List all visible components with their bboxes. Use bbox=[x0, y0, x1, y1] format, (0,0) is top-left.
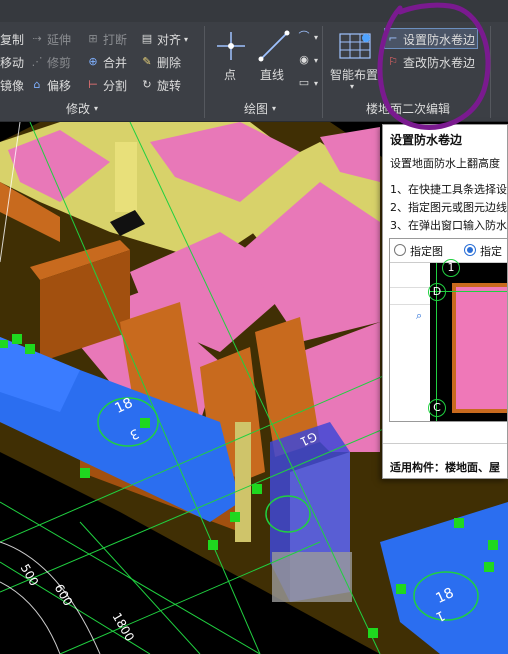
preview-drawing: D C 1 bbox=[428, 259, 507, 421]
align-button[interactable]: ▤ 对齐 ▾ bbox=[140, 30, 188, 48]
rotate-button[interactable]: ↻ 旋转 bbox=[140, 76, 181, 94]
extend-icon: ⇢ bbox=[32, 32, 42, 45]
circle-icon: ◉ bbox=[299, 53, 309, 66]
break-button[interactable]: ⊞ 打断 bbox=[86, 30, 127, 48]
eraser-icon: ✎ bbox=[142, 55, 152, 68]
radio-unselected-icon bbox=[394, 244, 406, 256]
split-icon: ⊢ bbox=[88, 78, 98, 91]
merge-icon: ⊕ bbox=[88, 55, 98, 68]
tooltip-step: 3、在弹出窗口输入防水 bbox=[390, 219, 507, 232]
preview-option-label: 指定图 bbox=[410, 245, 443, 258]
arc-icon: ⌒ bbox=[298, 30, 310, 43]
circle-button[interactable]: ◉ ▾ bbox=[297, 51, 318, 69]
trim-icon: ⋰ bbox=[31, 55, 43, 68]
rectangle-icon: ▭ bbox=[298, 76, 310, 89]
merge-button[interactable]: ⊕ 合并 bbox=[86, 53, 127, 71]
tooltip-preview-image: 指定图 指定 ⌕ D C 1 bbox=[389, 238, 507, 422]
break-icon: ⊞ bbox=[88, 32, 98, 45]
axis-bubble: D bbox=[428, 283, 446, 301]
panel-label-draw[interactable]: 绘图 ▾ bbox=[244, 100, 276, 117]
rect-button[interactable]: ▭ ▾ bbox=[297, 74, 318, 92]
tooltip-description: 设置地面防水上翻高度 bbox=[390, 157, 500, 170]
split-button[interactable]: ⊢ 分割 bbox=[86, 76, 127, 94]
move-button[interactable]: 移动 bbox=[0, 53, 24, 71]
rotate-icon: ↻ bbox=[142, 78, 152, 91]
search-icon: ⌕ bbox=[416, 309, 423, 322]
panel-divider bbox=[322, 26, 323, 118]
axis-bubble: C bbox=[428, 399, 446, 417]
preview-option-label: 指定 bbox=[480, 245, 502, 258]
line-button[interactable]: 直线 bbox=[260, 66, 284, 83]
preview-side-panel: ⌕ bbox=[390, 263, 430, 421]
tooltip-step: 2、指定图元或图元边线 bbox=[390, 201, 507, 214]
copy-button[interactable]: 复制 bbox=[0, 30, 24, 48]
point-icon bbox=[217, 32, 245, 60]
annotation-circle bbox=[377, 2, 491, 130]
align-icon: ▤ bbox=[141, 32, 153, 45]
tooltip-step: 1、在快捷工具条选择设 bbox=[390, 183, 507, 196]
offset-icon: ⌂ bbox=[33, 78, 41, 91]
axis-bubble: 1 bbox=[442, 259, 460, 277]
point-button[interactable]: 点 bbox=[224, 66, 236, 83]
panel-divider bbox=[204, 26, 205, 118]
mirror-button[interactable]: 镜像 bbox=[0, 76, 24, 94]
extend-button[interactable]: ⇢ 延伸 bbox=[30, 30, 71, 48]
offset-button[interactable]: ⌂ 偏移 bbox=[30, 76, 72, 94]
line-icon bbox=[258, 30, 290, 62]
tooltip-divider bbox=[383, 443, 507, 444]
radio-selected-icon bbox=[464, 244, 476, 256]
trim-button[interactable]: ⋰ 修剪 bbox=[30, 53, 72, 71]
panel-label-modify[interactable]: 修改 ▾ bbox=[66, 100, 98, 117]
tooltip-applicable-components: 适用构件：楼地面、屋 bbox=[390, 461, 500, 474]
smart-layout-dropdown-arrow[interactable]: ▾ bbox=[350, 82, 354, 91]
delete-button[interactable]: ✎ 删除 bbox=[140, 53, 181, 71]
tooltip-waterproof-upturn: 设置防水卷边 设置地面防水上翻高度 1、在快捷工具条选择设 2、指定图元或图元边… bbox=[382, 124, 508, 479]
arc-button[interactable]: ⌒ ▾ bbox=[297, 28, 319, 46]
app-window: 复制 ⇢ 延伸 ⊞ 打断 ▤ 对齐 ▾ 移动 ⋰ 修剪 ⊕ 合并 ✎ 删除 镜像 ⌂ 偏移 ⊢ 分… bbox=[0, 0, 508, 654]
smart-layout-icon bbox=[339, 33, 371, 59]
